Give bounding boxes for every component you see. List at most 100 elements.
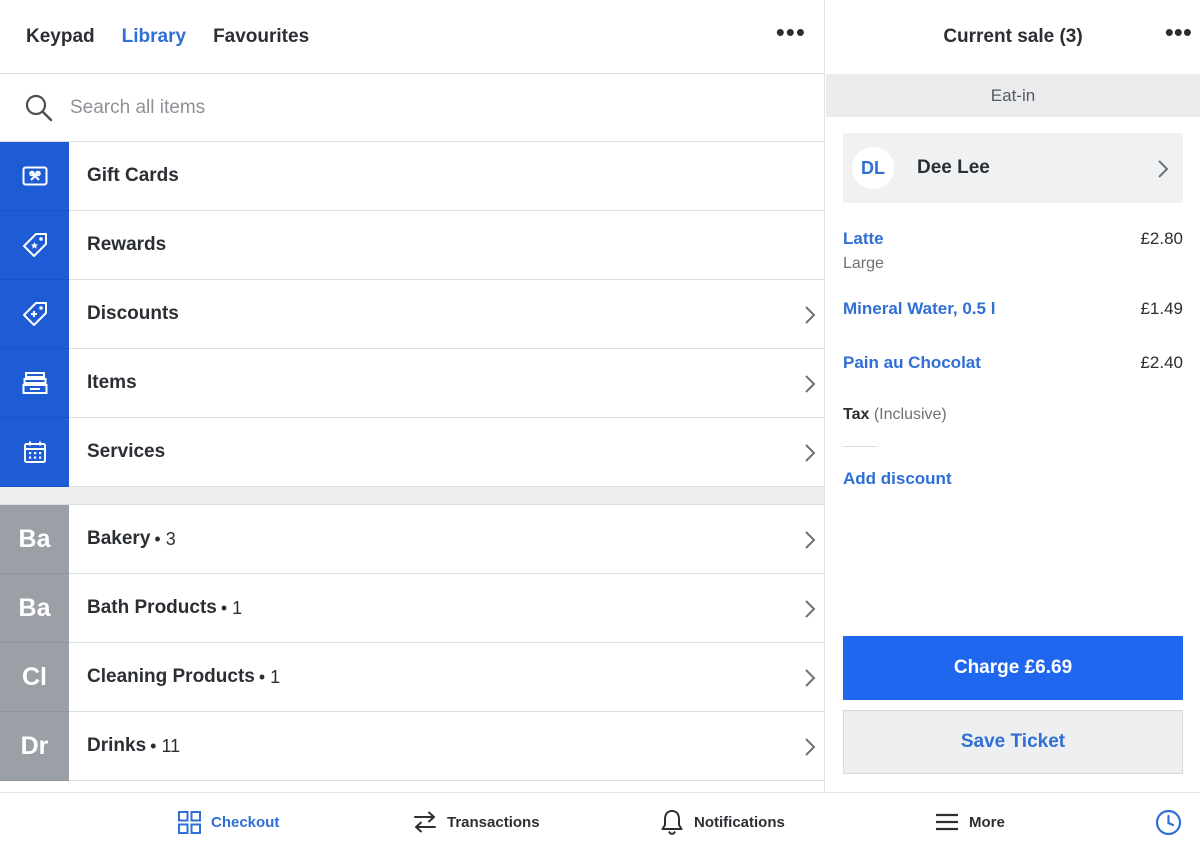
current-sale-pane: Current sale (3) ••• Eat-in DL Dee Lee L… [826, 0, 1200, 792]
chevron-right-icon [805, 531, 816, 549]
gift-card-tile [0, 142, 69, 211]
reward-tag-icon [22, 233, 47, 257]
category-row-bakery[interactable]: Ba Bakery • 3 [0, 505, 824, 574]
line-item-price: £2.40 [1140, 353, 1183, 372]
add-discount-link[interactable]: Add discount [843, 469, 1183, 489]
library-row-body: Items [69, 349, 824, 418]
row-label: Items [87, 372, 137, 393]
reward-tile [0, 211, 69, 280]
library-row-discounts[interactable]: Discounts [0, 280, 824, 349]
category-count: • 3 [154, 528, 176, 549]
category-label: Bath Products [87, 597, 217, 618]
services-tile [0, 418, 69, 487]
library-row-body: Services [69, 418, 824, 487]
sale-title: Current sale (3) [943, 26, 1083, 47]
chevron-right-icon [805, 738, 816, 756]
tab-keypad[interactable]: Keypad [26, 26, 95, 48]
chevron-right-icon [805, 306, 816, 324]
gift-card-icon [22, 166, 47, 186]
nav-checkout[interactable]: Checkout [178, 793, 279, 850]
nav-notifications[interactable]: Notifications [660, 793, 785, 850]
totals-divider [843, 446, 877, 447]
library-row-items[interactable]: Items [0, 349, 824, 418]
customer-name: Dee Lee [917, 157, 990, 178]
line-item-price: £2.80 [1140, 229, 1183, 248]
row-label: Discounts [87, 303, 179, 324]
save-ticket-button[interactable]: Save Ticket [843, 710, 1183, 774]
bell-icon [661, 810, 683, 835]
search-icon [25, 94, 53, 121]
chevron-right-icon [805, 375, 816, 393]
library-row-body: Rewards [69, 211, 824, 280]
category-row-body: Drinks • 11 [69, 712, 824, 781]
items-tray-icon [22, 372, 47, 394]
dining-option-button[interactable]: Eat-in [826, 74, 1200, 117]
nav-label: More [969, 813, 1005, 831]
tax-note: (Inclusive) [873, 406, 947, 423]
search-bar [0, 74, 824, 142]
grid-icon [178, 810, 201, 834]
category-row-body: Bath Products • 1 [69, 574, 824, 643]
library-more-button[interactable]: ••• [776, 19, 806, 45]
library-pane: Keypad Library Favourites ••• Gift Cards [0, 0, 825, 792]
category-tile: Dr [0, 712, 69, 781]
category-label: Bakery [87, 528, 151, 549]
tab-library[interactable]: Library [122, 26, 186, 48]
line-item-name: Mineral Water, 0.5 l [843, 299, 996, 318]
charge-button[interactable]: Charge £6.69 [843, 636, 1183, 700]
chevron-right-icon [1158, 160, 1169, 178]
tax-row: Tax (Inclusive) [843, 406, 1183, 424]
library-row-body: Gift Cards [69, 142, 824, 211]
search-input[interactable] [70, 96, 670, 119]
sale-line-item[interactable]: Latte £2.80 Large [843, 229, 1183, 273]
row-label: Rewards [87, 234, 167, 255]
category-row-body: Bakery • 3 [69, 505, 824, 574]
category-row-body: Cleaning Products • 1 [69, 643, 824, 712]
line-item-price: £1.49 [1140, 299, 1183, 318]
sale-line-item[interactable]: Mineral Water, 0.5 l £1.49 [843, 299, 1183, 319]
category-tile: Ba [0, 505, 69, 574]
clock-icon[interactable] [1155, 809, 1182, 836]
sale-line-item[interactable]: Pain au Chocolat £2.40 [843, 353, 1183, 373]
sale-header: Current sale (3) ••• [826, 0, 1200, 74]
tax-label: Tax [843, 406, 870, 423]
avatar: DL [852, 147, 894, 189]
category-row-bath-products[interactable]: Ba Bath Products • 1 [0, 574, 824, 643]
customer-card[interactable]: DL Dee Lee [843, 133, 1183, 203]
chevron-right-icon [805, 444, 816, 462]
line-item-name: Latte [843, 229, 884, 248]
category-label: Cleaning Products [87, 666, 255, 687]
category-tile: Cl [0, 643, 69, 712]
sale-line-items: Latte £2.80 Large Mineral Water, 0.5 l £… [826, 229, 1200, 489]
nav-transactions[interactable]: Transactions [413, 793, 540, 850]
line-item-modifier: Large [843, 255, 884, 272]
discount-tag-icon [22, 302, 47, 326]
category-count: • 1 [258, 666, 281, 687]
bottom-nav: Checkout Transactions Notifications More [0, 792, 1200, 850]
tab-favourites[interactable]: Favourites [213, 26, 309, 48]
discount-tile [0, 280, 69, 349]
hamburger-icon [936, 813, 958, 831]
category-tile: Ba [0, 574, 69, 643]
sale-more-button[interactable]: ••• [1165, 19, 1192, 45]
library-row-gift-cards[interactable]: Gift Cards [0, 142, 824, 211]
category-label: Drinks [87, 735, 147, 756]
calendar-icon [23, 441, 46, 463]
category-row-drinks[interactable]: Dr Drinks • 11 [0, 712, 824, 781]
nav-more[interactable]: More [935, 793, 1005, 850]
section-divider [0, 487, 824, 505]
chevron-right-icon [805, 669, 816, 687]
category-row-cleaning-products[interactable]: Cl Cleaning Products • 1 [0, 643, 824, 712]
items-tile [0, 349, 69, 418]
library-row-rewards[interactable]: Rewards [0, 211, 824, 280]
library-row-services[interactable]: Services [0, 418, 824, 487]
nav-label: Notifications [694, 813, 785, 831]
library-header: Keypad Library Favourites ••• [0, 0, 824, 74]
category-count: • 1 [220, 597, 243, 618]
arrows-swap-icon [414, 811, 436, 833]
chevron-right-icon [805, 600, 816, 618]
category-count: • 11 [150, 735, 181, 756]
row-label: Gift Cards [87, 165, 179, 186]
library-row-body: Discounts [69, 280, 824, 349]
row-label: Services [87, 441, 166, 462]
